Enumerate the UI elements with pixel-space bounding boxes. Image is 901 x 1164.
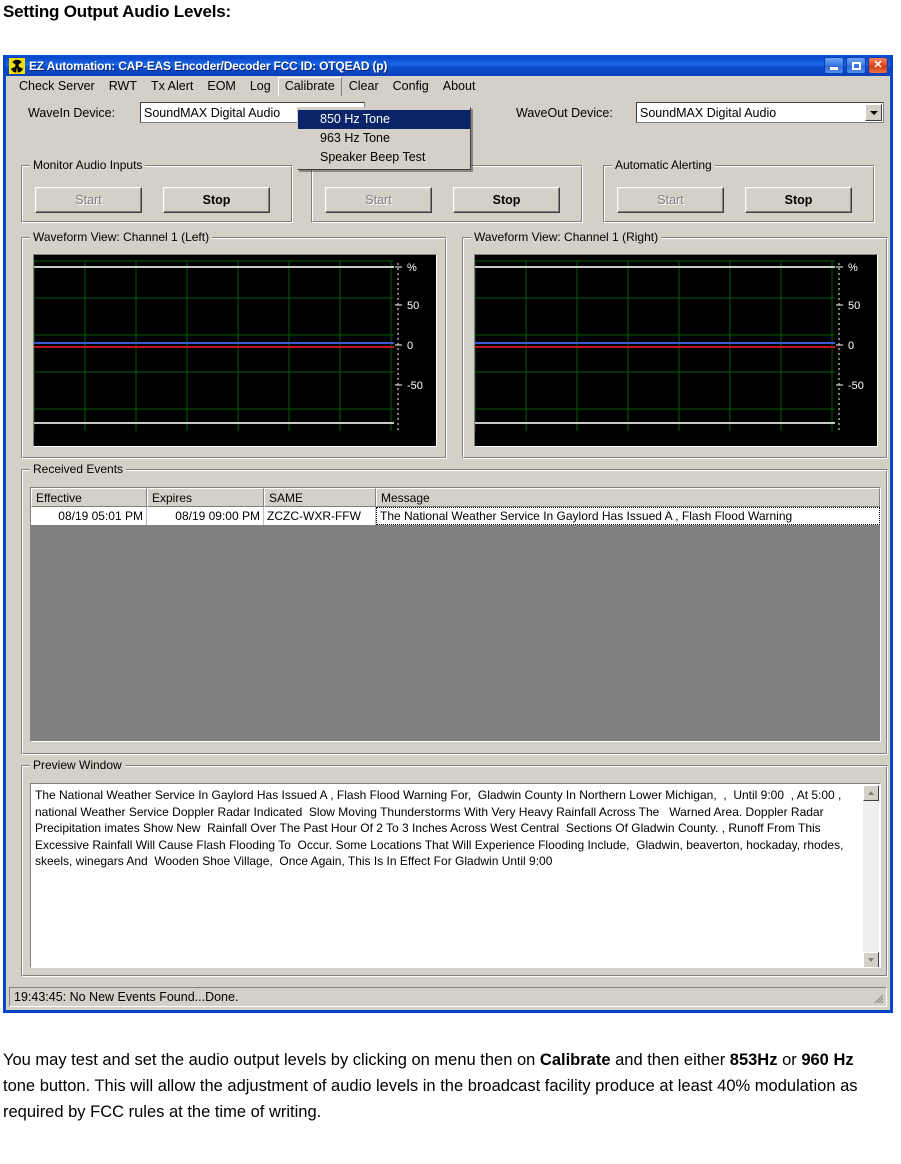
received-events-title: Received Events	[30, 462, 127, 476]
menu-log[interactable]: Log	[243, 77, 278, 96]
application-window: EZ Automation: CAP-EAS Encoder/Decoder F…	[3, 55, 893, 1013]
chevron-down-icon[interactable]	[865, 104, 882, 121]
cell-same: ZCZC-WXR-FFW	[264, 507, 376, 525]
minimize-icon	[830, 67, 838, 70]
menu-config[interactable]: Config	[386, 77, 436, 96]
menu-clear[interactable]: Clear	[342, 77, 386, 96]
caption-bold-960hz: 960 Hz	[801, 1051, 854, 1069]
scroll-down-button[interactable]	[863, 952, 879, 967]
caption-part-4: tone button. This will allow the adjustm…	[3, 1077, 858, 1121]
group-waveform-right: Waveform View: Channel 1 (Right) % 50 0 …	[462, 230, 888, 459]
column-header-same[interactable]: SAME	[264, 488, 376, 507]
cell-expires: 08/19 09:00 PM	[147, 507, 264, 525]
menu-about[interactable]: About	[436, 77, 483, 96]
monitor-start-button[interactable]: Start	[35, 187, 142, 213]
page-title: Setting Output Audio Levels:	[3, 2, 231, 21]
close-icon: ✕	[873, 59, 883, 71]
cell-effective: 08/19 05:01 PM	[31, 507, 147, 525]
svg-text:0: 0	[407, 340, 413, 352]
preview-text: The National Weather Service In Gaylord …	[35, 788, 847, 868]
waveform-right-scope: % 50 0 -50	[474, 254, 878, 447]
preview-window-title: Preview Window	[30, 758, 125, 772]
group-waveform-left: Waveform View: Channel 1 (Left) % 50 0 -…	[21, 230, 447, 459]
group-received-events: Received Events Effective Expires SAME M…	[21, 462, 888, 755]
cell-message: The National Weather Service In Gaylord …	[376, 507, 880, 525]
group-title-automatic-alerting: Automatic Alerting	[612, 158, 715, 172]
waveout-value: SoundMAX Digital Audio	[640, 105, 777, 120]
svg-text:-50: -50	[407, 380, 423, 392]
title-bar: EZ Automation: CAP-EAS Encoder/Decoder F…	[6, 55, 890, 76]
waveform-left-scope: % 50 0 -50	[33, 254, 437, 447]
group-automatic-alerting: Automatic Alerting Start Stop	[603, 158, 875, 223]
resize-grip[interactable]	[872, 992, 884, 1004]
received-events-header: Effective Expires SAME Message	[31, 488, 880, 507]
svg-text:50: 50	[848, 300, 860, 312]
waveout-label: WaveOut Device:	[516, 106, 613, 120]
window-controls: ✕	[824, 57, 888, 74]
scroll-up-button[interactable]	[863, 785, 879, 801]
waveout-combobox[interactable]: SoundMAX Digital Audio	[636, 102, 884, 123]
close-button[interactable]: ✕	[868, 57, 888, 74]
preview-scrollbar[interactable]	[863, 785, 879, 967]
menu-item-963hz-tone[interactable]: 963 Hz Tone	[298, 129, 470, 148]
menu-bar: Check Server RWT Tx Alert EOM Log Calibr…	[6, 76, 890, 96]
caption-part-1: You may test and set the audio output le…	[3, 1051, 540, 1069]
caption-bold-853hz: 853Hz	[729, 1051, 778, 1069]
svg-text:0: 0	[848, 340, 854, 352]
menu-eom[interactable]: EOM	[200, 77, 242, 96]
radiation-icon	[9, 57, 25, 74]
preview-textarea[interactable]: The National Weather Service In Gaylord …	[30, 783, 881, 968]
maximize-icon	[851, 61, 861, 70]
monitor-stop-button[interactable]: Stop	[163, 187, 270, 213]
group-preview-window: Preview Window The National Weather Serv…	[21, 758, 888, 977]
menu-calibrate[interactable]: Calibrate	[277, 76, 342, 96]
group-middle: Start Stop	[311, 165, 583, 223]
maximize-button[interactable]	[846, 57, 866, 74]
group-title-monitor-audio-inputs: Monitor Audio Inputs	[30, 158, 146, 172]
menu-item-850hz-tone[interactable]: 850 Hz Tone	[298, 110, 470, 129]
alerting-start-button[interactable]: Start	[617, 187, 724, 213]
status-bar: 19:43:45: No New Events Found...Done.	[9, 987, 887, 1007]
waveform-right-title: Waveform View: Channel 1 (Right)	[471, 230, 662, 244]
alerting-stop-button[interactable]: Stop	[745, 187, 852, 213]
middle-start-button[interactable]: Start	[325, 187, 432, 213]
scroll-up-icon	[868, 791, 874, 795]
menu-tx-alert[interactable]: Tx Alert	[144, 77, 200, 96]
wavein-value: SoundMAX Digital Audio	[144, 105, 281, 120]
svg-text:%: %	[407, 262, 417, 274]
caption-part-2: and then either	[610, 1051, 730, 1069]
minimize-button[interactable]	[824, 57, 844, 74]
svg-text:%: %	[848, 262, 858, 274]
waveform-left-title: Waveform View: Channel 1 (Left)	[30, 230, 213, 244]
caption-bold-calibrate: Calibrate	[539, 1051, 611, 1069]
menu-item-speaker-beep-test[interactable]: Speaker Beep Test	[298, 148, 470, 167]
menu-check-server[interactable]: Check Server	[12, 77, 102, 96]
svg-text:-50: -50	[848, 380, 864, 392]
column-header-expires[interactable]: Expires	[147, 488, 264, 507]
status-text: 19:43:45: No New Events Found...Done.	[14, 990, 239, 1004]
received-events-list[interactable]: Effective Expires SAME Message 08/19 05:…	[30, 487, 881, 742]
menu-rwt[interactable]: RWT	[102, 77, 144, 96]
column-header-message[interactable]: Message	[376, 488, 880, 507]
scroll-down-icon	[868, 958, 874, 962]
svg-text:50: 50	[407, 300, 419, 312]
middle-stop-button[interactable]: Stop	[453, 187, 560, 213]
window-title: EZ Automation: CAP-EAS Encoder/Decoder F…	[29, 58, 388, 73]
caption-paragraph: You may test and set the audio output le…	[3, 1047, 863, 1125]
table-row[interactable]: 08/19 05:01 PM 08/19 09:00 PM ZCZC-WXR-F…	[31, 507, 880, 525]
column-header-effective[interactable]: Effective	[31, 488, 147, 507]
group-monitor-audio-inputs: Monitor Audio Inputs Start Stop	[21, 158, 293, 223]
wavein-label: WaveIn Device:	[28, 106, 116, 120]
calibrate-dropdown-menu[interactable]: 850 Hz Tone 963 Hz Tone Speaker Beep Tes…	[297, 107, 471, 170]
caption-part-3: or	[777, 1051, 802, 1069]
